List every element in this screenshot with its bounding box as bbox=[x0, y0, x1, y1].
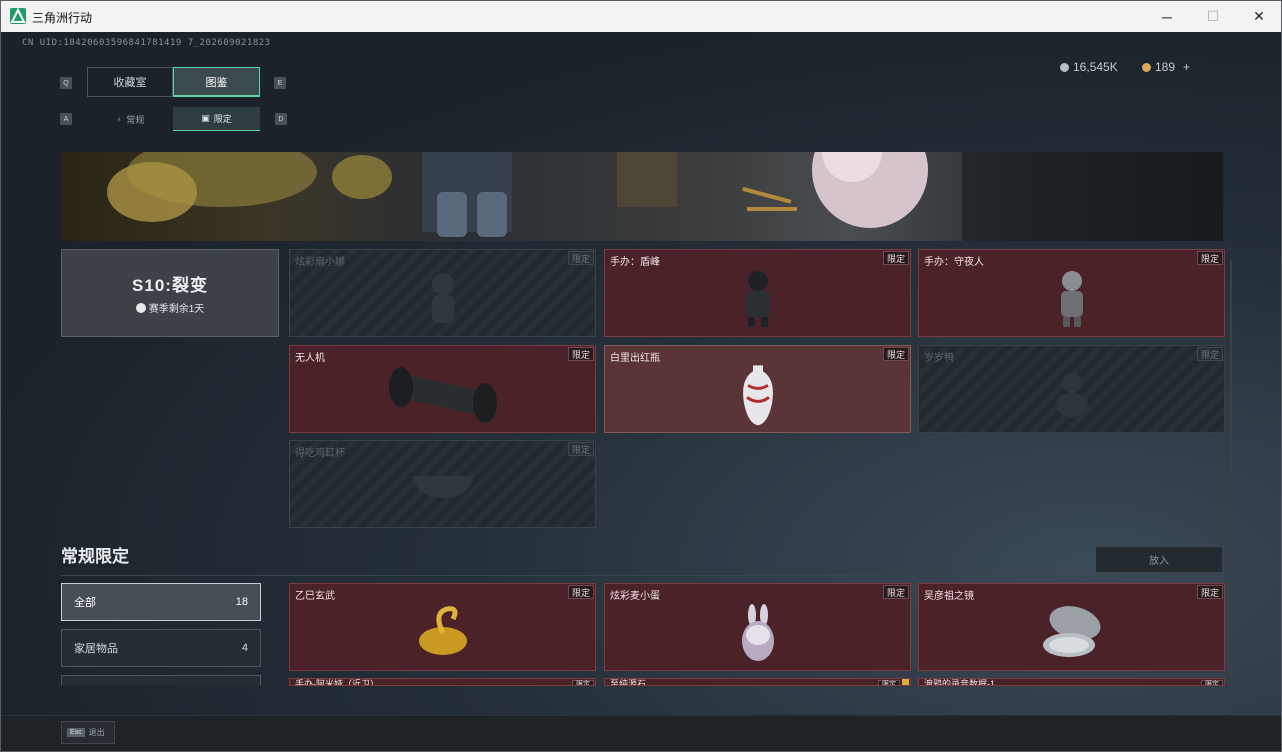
season-card[interactable]: S10:裂变 赛季剩余1天 bbox=[61, 249, 279, 337]
collection-card[interactable]: 手办-阿米娅（近卫） 限定 bbox=[289, 678, 596, 686]
limited-badge: 限定 bbox=[882, 347, 909, 361]
subtab-next-key: D bbox=[275, 113, 287, 125]
new-marker-icon bbox=[902, 679, 909, 685]
title-bar: 三角洲行动 ─ ☐ ✕ bbox=[1, 1, 1281, 32]
collection-card[interactable]: 吴彦祖之镜 限定 bbox=[918, 583, 1225, 671]
mirror-icon bbox=[1042, 606, 1100, 657]
silver-value: 16,545K bbox=[1073, 60, 1118, 74]
cup-icon bbox=[411, 476, 474, 498]
gold-currency[interactable]: 189 + bbox=[1142, 60, 1190, 74]
limited-badge: 限定 bbox=[1196, 347, 1223, 361]
subtab-limited-label: 限定 bbox=[213, 114, 232, 124]
minimize-icon[interactable]: ─ bbox=[1144, 1, 1190, 32]
limited-badge: 限定 bbox=[1196, 251, 1223, 265]
subtab-regular-label: 常规 bbox=[126, 114, 145, 125]
collection-card[interactable]: 乙巳玄武 限定 bbox=[289, 583, 596, 671]
season-banner-image bbox=[62, 152, 1223, 241]
section-title: 常规限定 bbox=[61, 547, 129, 566]
card-name: 白里出红瓶 bbox=[610, 353, 660, 364]
vase-icon bbox=[742, 365, 773, 426]
bottom-bar bbox=[1, 715, 1281, 751]
subtab-regular[interactable]: ♁ 常规 bbox=[87, 107, 173, 131]
collection-card[interactable]: 手办：守夜人 限定 bbox=[918, 249, 1225, 337]
limited-badge: 限定 bbox=[1201, 680, 1223, 685]
exit-label: 退出 bbox=[88, 728, 105, 737]
collection-card[interactable]: 炫彩扇小娜 限定 bbox=[289, 249, 596, 337]
collection-card[interactable]: 渡鸦的录音数据-1 限定 bbox=[918, 678, 1225, 686]
card-name: 无人机 bbox=[295, 353, 325, 364]
card-name: 得吃鸡缸杯 bbox=[295, 448, 345, 459]
collection-card[interactable]: 手办：盾峰 限定 bbox=[604, 249, 911, 337]
category-count: 18 bbox=[235, 596, 248, 608]
figure-icon bbox=[745, 271, 770, 327]
collection-card[interactable]: 至纯源石 限定 bbox=[604, 678, 911, 686]
card-name: 炫彩麦小蛋 bbox=[610, 591, 660, 602]
golden-turtle-icon bbox=[418, 606, 467, 655]
gold-value: 189 bbox=[1155, 60, 1176, 74]
card-name: 手办-阿米娅（近卫） bbox=[295, 679, 379, 686]
tab-next-key: E bbox=[274, 77, 286, 89]
silver-currency: 16,545K bbox=[1060, 60, 1118, 74]
limited-badge: 限定 bbox=[567, 251, 594, 265]
player-uid: CN UID:18420603596841781419 7_2026090218… bbox=[22, 38, 271, 48]
limited-icon: ▣ bbox=[201, 113, 210, 123]
app-window: 三角洲行动 ─ ☐ ✕ CN UID:18420603596841781419 … bbox=[0, 0, 1282, 752]
card-name: 吴彦祖之镜 bbox=[924, 591, 974, 602]
add-currency-button[interactable]: + bbox=[1183, 60, 1190, 74]
gold-coin-icon bbox=[1142, 62, 1151, 72]
content-scrollbar[interactable] bbox=[1230, 260, 1232, 690]
category-label: 全部 bbox=[74, 597, 96, 609]
rabbit-egg-icon bbox=[741, 604, 774, 661]
card-name: 渡鸦的录音数据-1 bbox=[924, 679, 996, 686]
collection-card[interactable]: 炫彩麦小蛋 限定 bbox=[604, 583, 911, 671]
category-home[interactable]: 家居物品 4 bbox=[61, 629, 261, 667]
close-icon[interactable]: ✕ bbox=[1236, 1, 1281, 32]
season-remaining: 赛季剩余1天 bbox=[135, 300, 205, 315]
card-name: 至纯源石 bbox=[610, 679, 647, 686]
figure-icon bbox=[431, 273, 454, 323]
category-all[interactable]: 全部 18 bbox=[61, 583, 261, 621]
collection-card[interactable]: 无人机 限定 bbox=[289, 345, 596, 433]
limited-badge: 限定 bbox=[882, 251, 909, 265]
drone-icon bbox=[388, 367, 497, 423]
esc-key: Esc bbox=[67, 728, 85, 737]
card-name: 炫彩扇小娜 bbox=[295, 257, 345, 268]
limited-badge: 限定 bbox=[567, 442, 594, 456]
season-remaining-text: 赛季剩余1天 bbox=[148, 304, 205, 315]
tab-catalog[interactable]: 图鉴 bbox=[173, 67, 260, 97]
card-name: 乙巳玄武 bbox=[295, 591, 335, 602]
collection-card[interactable]: 得吃鸡缸杯 限定 bbox=[289, 440, 596, 528]
app-logo-icon bbox=[10, 8, 26, 24]
category-count: 4 bbox=[241, 642, 248, 654]
collection-card[interactable]: 白里出红瓶 限定 bbox=[604, 345, 911, 433]
card-name: 岁岁鸭 bbox=[924, 353, 954, 364]
card-name: 手办：盾峰 bbox=[610, 257, 660, 268]
game-viewport: CN UID:18420603596841781419 7_2026090218… bbox=[1, 32, 1281, 751]
limited-badge: 限定 bbox=[882, 585, 909, 599]
season-title: S10:裂变 bbox=[132, 276, 208, 295]
tab-prev-key: Q bbox=[60, 77, 72, 89]
limited-badge: 限定 bbox=[567, 347, 594, 361]
subtab-prev-key: A bbox=[60, 113, 72, 125]
collection-card[interactable]: 岁岁鸭 限定 bbox=[918, 345, 1225, 433]
subtab-limited[interactable]: ▣ 限定 bbox=[173, 107, 260, 131]
tab-collection-room[interactable]: 收藏室 bbox=[87, 67, 173, 97]
window-title: 三角洲行动 bbox=[32, 11, 93, 25]
silver-coin-icon bbox=[1060, 62, 1069, 72]
exit-button[interactable]: Esc 退出 bbox=[61, 721, 115, 744]
section-divider bbox=[61, 575, 1223, 576]
card-name: 手办：守夜人 bbox=[924, 257, 984, 268]
limited-badge: 限定 bbox=[567, 585, 594, 599]
duck-icon bbox=[1055, 373, 1088, 417]
limited-badge: 限定 bbox=[572, 680, 594, 685]
regular-icon: ♁ bbox=[115, 114, 123, 124]
limited-badge: 限定 bbox=[878, 680, 900, 685]
figure-icon bbox=[1060, 271, 1083, 327]
clock-icon bbox=[135, 302, 146, 313]
maximize-icon[interactable]: ☐ bbox=[1190, 1, 1236, 32]
category-label: 家居物品 bbox=[74, 643, 118, 655]
limited-badge: 限定 bbox=[1196, 585, 1223, 599]
put-in-button[interactable]: 放入 bbox=[1095, 546, 1223, 573]
category-partial[interactable] bbox=[61, 675, 261, 685]
